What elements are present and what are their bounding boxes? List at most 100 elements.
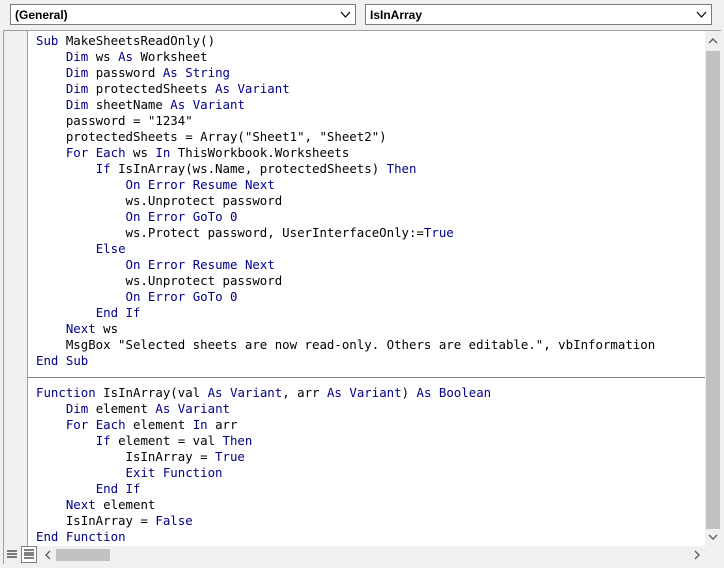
code-line[interactable]: Dim protectedSheets As Variant bbox=[36, 81, 290, 97]
horizontal-scroll-thumb[interactable] bbox=[56, 549, 110, 561]
arrow-left-icon[interactable] bbox=[40, 547, 56, 563]
code-keyword: Function bbox=[65, 529, 126, 544]
code-line[interactable]: Next element bbox=[36, 497, 156, 513]
code-text: IsInArray(ws.Name, protectedSheets) bbox=[110, 161, 387, 176]
code-line[interactable]: Next ws bbox=[36, 321, 118, 337]
vertical-scrollbar[interactable] bbox=[705, 31, 721, 546]
code-keyword: On bbox=[125, 257, 141, 272]
code-text: ws bbox=[125, 145, 156, 160]
code-keyword: In bbox=[155, 145, 171, 160]
code-line[interactable]: If element = val Then bbox=[36, 433, 253, 449]
code-keyword: Then bbox=[222, 433, 253, 448]
code-line[interactable]: protectedSheets = Array("Sheet1", "Sheet… bbox=[36, 129, 387, 145]
code-text: ws bbox=[95, 321, 119, 336]
code-line[interactable]: Exit Function bbox=[36, 465, 223, 481]
code-line[interactable]: ws.Unprotect password bbox=[36, 193, 283, 209]
code-line[interactable]: On Error Resume Next bbox=[36, 177, 275, 193]
code-text: Worksheet bbox=[133, 49, 208, 64]
code-line[interactable]: IsInArray = False bbox=[36, 513, 193, 529]
code-keyword: False bbox=[155, 513, 193, 528]
code-line[interactable]: password = "1234" bbox=[36, 113, 193, 129]
code-keyword: Error bbox=[147, 289, 186, 304]
vertical-scroll-thumb[interactable] bbox=[706, 51, 720, 529]
object-dropdown[interactable]: (General) bbox=[10, 4, 356, 25]
code-line[interactable]: Dim element As Variant bbox=[36, 401, 230, 417]
code-keyword: If bbox=[125, 305, 141, 320]
arrow-down-icon[interactable] bbox=[705, 529, 721, 545]
code-line[interactable]: Dim password As String bbox=[36, 65, 230, 81]
code-keyword: Resume bbox=[192, 257, 238, 272]
code-text: element = val bbox=[110, 433, 223, 448]
code-line[interactable]: Dim sheetName As Variant bbox=[36, 97, 245, 113]
procedure-view-button[interactable] bbox=[4, 546, 20, 563]
code-keyword: 0 bbox=[230, 289, 238, 304]
code-line[interactable]: On Error Resume Next bbox=[36, 257, 275, 273]
code-line[interactable]: End Function bbox=[36, 529, 126, 545]
code-line[interactable]: MsgBox "Selected sheets are now read-onl… bbox=[36, 337, 655, 353]
code-keyword: Next bbox=[244, 177, 275, 192]
code-pane[interactable]: Sub MakeSheetsReadOnly() Dim ws As Works… bbox=[28, 31, 705, 546]
arrow-up-icon[interactable] bbox=[705, 33, 721, 49]
code-text: ws.Protect password, UserInterfaceOnly:= bbox=[36, 225, 424, 240]
code-keyword: As bbox=[215, 81, 230, 96]
code-line[interactable]: Else bbox=[36, 241, 126, 257]
chevron-down-icon bbox=[696, 11, 707, 18]
code-line[interactable]: ws.Protect password, UserInterfaceOnly:=… bbox=[36, 225, 454, 241]
arrow-right-icon[interactable] bbox=[689, 547, 705, 563]
code-keyword: As bbox=[207, 385, 223, 400]
code-keyword: Variant bbox=[192, 97, 245, 112]
margin-indicator-bar[interactable] bbox=[4, 31, 28, 546]
chevron-down-icon bbox=[340, 11, 351, 18]
code-keyword: On bbox=[125, 209, 141, 224]
code-line[interactable]: End If bbox=[36, 481, 141, 497]
code-text: ws.Unprotect password bbox=[36, 193, 283, 208]
code-text: arr bbox=[207, 417, 238, 432]
code-line[interactable]: End Sub bbox=[36, 353, 88, 369]
code-keyword: Next bbox=[244, 257, 275, 272]
code-keyword: End bbox=[95, 481, 119, 496]
code-line[interactable]: Dim ws As Worksheet bbox=[36, 49, 208, 65]
code-line[interactable]: If IsInArray(ws.Name, protectedSheets) T… bbox=[36, 161, 417, 177]
code-keyword: True bbox=[215, 449, 245, 464]
code-keyword: Sub bbox=[65, 353, 89, 368]
code-line[interactable]: For Each ws In ThisWorkbook.Worksheets bbox=[36, 145, 350, 161]
code-line[interactable]: On Error GoTo 0 bbox=[36, 289, 238, 305]
code-line[interactable]: On Error GoTo 0 bbox=[36, 209, 238, 225]
code-line[interactable]: ws.Unprotect password bbox=[36, 273, 283, 289]
code-keyword: On bbox=[125, 289, 141, 304]
full-module-view-icon bbox=[24, 549, 34, 559]
code-keyword: Sub bbox=[36, 33, 59, 48]
code-text: MsgBox "Selected sheets are now read-onl… bbox=[36, 337, 656, 352]
code-line[interactable]: Sub MakeSheetsReadOnly() bbox=[36, 33, 215, 49]
code-line[interactable]: End If bbox=[36, 305, 141, 321]
code-line[interactable]: IsInArray = True bbox=[36, 449, 245, 465]
code-text: element bbox=[88, 401, 156, 416]
procedure-dropdown[interactable]: IsInArray bbox=[365, 4, 712, 25]
full-module-view-button[interactable] bbox=[21, 546, 37, 563]
code-keyword: End bbox=[36, 353, 59, 368]
code-keyword: Error bbox=[147, 209, 186, 224]
code-text: protectedSheets = Array("Sheet1", "Sheet… bbox=[36, 129, 387, 144]
code-keyword: Dim bbox=[65, 49, 89, 64]
code-text: protectedSheets bbox=[88, 81, 216, 96]
code-keyword: Dim bbox=[65, 97, 89, 112]
code-line[interactable]: For Each element In arr bbox=[36, 417, 238, 433]
code-line[interactable]: Function IsInArray(val As Variant, arr A… bbox=[36, 385, 491, 401]
